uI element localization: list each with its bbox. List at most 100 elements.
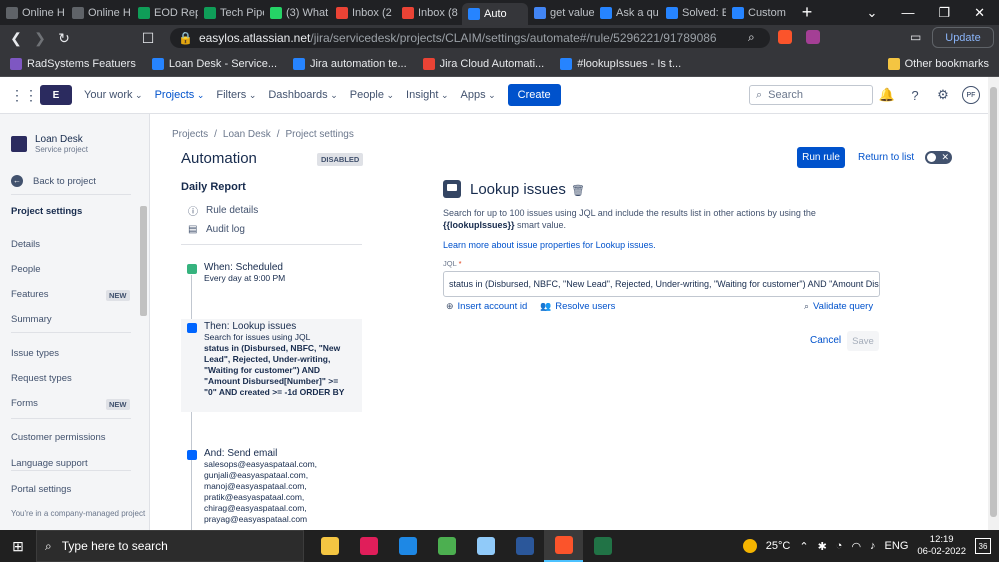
search-input[interactable]: ⌕ Search bbox=[749, 85, 873, 105]
url-field[interactable]: 🔒 easylos.atlassian.net/jira/servicedesk… bbox=[170, 28, 770, 48]
nav-projects[interactable]: Projects ⌄ bbox=[155, 89, 205, 101]
sidebar-item-issue-types[interactable]: Issue types bbox=[11, 348, 59, 359]
sidebar-item-summary[interactable]: Summary bbox=[11, 314, 52, 325]
windows-start-icon[interactable]: ⊞ bbox=[0, 538, 36, 555]
audit-log-link[interactable]: ▤ Audit log bbox=[188, 224, 245, 235]
trash-icon[interactable]: 🗑 bbox=[571, 184, 585, 197]
nav-your-work[interactable]: Your work ⌄ bbox=[84, 89, 143, 101]
browser-tab[interactable]: (3) What bbox=[264, 0, 330, 25]
resolve-users-button[interactable]: 👥 Resolve users bbox=[540, 301, 615, 312]
weather-icon[interactable] bbox=[742, 539, 757, 553]
sidebar-item-customer-permissions[interactable]: Customer permissions bbox=[11, 432, 106, 443]
bookmark-item[interactable]: #lookupIssues - Is t... bbox=[560, 57, 681, 70]
sidebar-scrollbar[interactable] bbox=[138, 201, 148, 501]
sidebar-item-forms[interactable]: Forms bbox=[11, 398, 38, 409]
back-to-project-link[interactable]: ← Back to project bbox=[11, 175, 96, 187]
wifi-icon[interactable]: ◠ bbox=[851, 540, 861, 553]
browser-tab[interactable]: get value bbox=[528, 0, 594, 25]
rule-details-link[interactable]: ⓘ Rule details bbox=[188, 203, 258, 218]
nav-apps[interactable]: Apps ⌄ bbox=[461, 89, 496, 101]
learn-more-link[interactable]: Learn more about issue properties for Lo… bbox=[443, 240, 656, 250]
taskbar-app[interactable] bbox=[388, 530, 427, 562]
taskbar-app[interactable] bbox=[310, 530, 349, 562]
zoom-icon[interactable]: ⌕ bbox=[748, 30, 755, 45]
notifications-icon[interactable]: 🔔 bbox=[878, 86, 896, 104]
browser-tab[interactable]: Online H bbox=[0, 0, 66, 25]
bluetooth-icon[interactable]: ✱ bbox=[818, 540, 827, 553]
project-header[interactable]: Loan Desk Service project bbox=[11, 134, 88, 154]
taskbar-search-input[interactable]: ⌕ Type here to search bbox=[36, 530, 304, 562]
other-bookmarks[interactable]: Other bookmarks bbox=[887, 57, 999, 70]
taskbar-app[interactable] bbox=[583, 530, 622, 562]
taskbar-app[interactable] bbox=[544, 530, 583, 562]
brave-rewards-icon[interactable] bbox=[806, 30, 820, 44]
sidebar-item-portal-settings[interactable]: Portal settings bbox=[11, 484, 71, 495]
bookmark-item[interactable]: RadSystems Featuers bbox=[10, 57, 136, 70]
run-rule-button[interactable]: Run rule bbox=[797, 147, 845, 168]
browser-tab[interactable]: Custom bbox=[726, 0, 792, 25]
restore-icon[interactable]: ❐ bbox=[938, 5, 950, 21]
close-icon[interactable]: ✕ bbox=[974, 5, 985, 21]
sidebar-item-request-types[interactable]: Request types bbox=[11, 373, 72, 384]
component-send-email[interactable]: And: Send email salesops@easyaspataal.co… bbox=[181, 446, 362, 527]
notification-center-icon[interactable]: 36 bbox=[975, 538, 991, 554]
jql-input[interactable]: status in (Disbursed, NBFC, "New Lead", … bbox=[443, 271, 880, 297]
taskbar-app[interactable] bbox=[427, 530, 466, 562]
nav-dashboards[interactable]: Dashboards ⌄ bbox=[268, 89, 337, 101]
forward-icon[interactable]: ❯ bbox=[28, 30, 52, 47]
tab-search-icon[interactable]: ⌄ bbox=[867, 5, 878, 21]
browser-tab[interactable]: EOD Rep bbox=[132, 0, 198, 25]
page-scrollbar[interactable] bbox=[988, 77, 999, 530]
reload-icon[interactable]: ↻ bbox=[52, 30, 76, 47]
breadcrumb-item[interactable]: Project settings bbox=[286, 129, 354, 140]
browser-tab[interactable]: Online H bbox=[66, 0, 132, 25]
network-icon[interactable]: ◔ bbox=[836, 540, 843, 552]
chevron-up-icon[interactable]: ⌃ bbox=[799, 540, 808, 553]
save-button[interactable]: Save bbox=[847, 331, 879, 351]
back-icon[interactable]: ❮ bbox=[4, 30, 28, 47]
sidebar-item-people[interactable]: People bbox=[11, 264, 41, 275]
nav-people[interactable]: People ⌄ bbox=[350, 89, 394, 101]
component-lookup-issues[interactable]: Then: Lookup issues Search for issues us… bbox=[181, 319, 362, 412]
browser-tab[interactable]: Inbox (8 bbox=[396, 0, 462, 25]
create-button[interactable]: Create bbox=[507, 84, 561, 106]
nav-insight[interactable]: Insight ⌄ bbox=[406, 89, 448, 101]
wallet-icon[interactable]: ▭ bbox=[910, 30, 921, 44]
minimize-icon[interactable]: — bbox=[901, 5, 914, 20]
bookmark-item[interactable]: Jira Cloud Automati... bbox=[422, 57, 544, 70]
insert-account-id-button[interactable]: ⊕ Insert account id bbox=[446, 301, 527, 312]
bookmark-item[interactable]: Jira automation te... bbox=[293, 57, 407, 70]
jira-logo[interactable]: E bbox=[40, 85, 72, 105]
cancel-button[interactable]: Cancel bbox=[804, 332, 847, 349]
nav-filters[interactable]: Filters ⌄ bbox=[216, 89, 256, 101]
validate-query-button[interactable]: ⌕ Validate query bbox=[804, 301, 873, 312]
settings-gear-icon[interactable]: ⚙ bbox=[934, 86, 952, 104]
avatar[interactable]: PF bbox=[962, 86, 980, 104]
return-to-list-link[interactable]: Return to list bbox=[858, 152, 914, 163]
clock[interactable]: 12:19 06-02-2022 bbox=[917, 534, 966, 558]
bookmark-item[interactable]: Loan Desk - Service... bbox=[151, 57, 277, 70]
sidebar-item-details[interactable]: Details bbox=[11, 239, 40, 250]
sidebar-item-features[interactable]: Features bbox=[11, 289, 49, 300]
component-trigger[interactable]: When: Scheduled Every day at 9:00 PM bbox=[181, 260, 362, 286]
help-icon[interactable]: ? bbox=[906, 86, 924, 104]
brave-shield-icon[interactable] bbox=[778, 30, 792, 44]
new-tab-button[interactable]: + bbox=[792, 0, 822, 25]
browser-tab[interactable]: Inbox (2 bbox=[330, 0, 396, 25]
app-switcher-icon[interactable]: ⋮⋮ bbox=[10, 87, 38, 104]
volume-icon[interactable]: ♪ bbox=[870, 540, 876, 552]
update-button[interactable]: Update bbox=[932, 27, 994, 48]
taskbar-app[interactable] bbox=[505, 530, 544, 562]
taskbar-app[interactable] bbox=[466, 530, 505, 562]
bookmark-icon[interactable]: ☐ bbox=[136, 30, 160, 47]
weather-temp[interactable]: 25°C bbox=[766, 540, 791, 552]
taskbar-app[interactable] bbox=[349, 530, 388, 562]
browser-tab[interactable]: Auto bbox=[462, 3, 528, 25]
breadcrumb-item[interactable]: Projects bbox=[172, 129, 208, 140]
rule-enable-toggle[interactable] bbox=[925, 151, 952, 164]
breadcrumb-item[interactable]: Loan Desk bbox=[223, 129, 271, 140]
browser-tab[interactable]: Tech Pipe bbox=[198, 0, 264, 25]
sidebar-item-language-support[interactable]: Language support bbox=[11, 458, 88, 469]
language-indicator[interactable]: ENG bbox=[885, 540, 909, 552]
browser-tab[interactable]: Solved: E bbox=[660, 0, 726, 25]
